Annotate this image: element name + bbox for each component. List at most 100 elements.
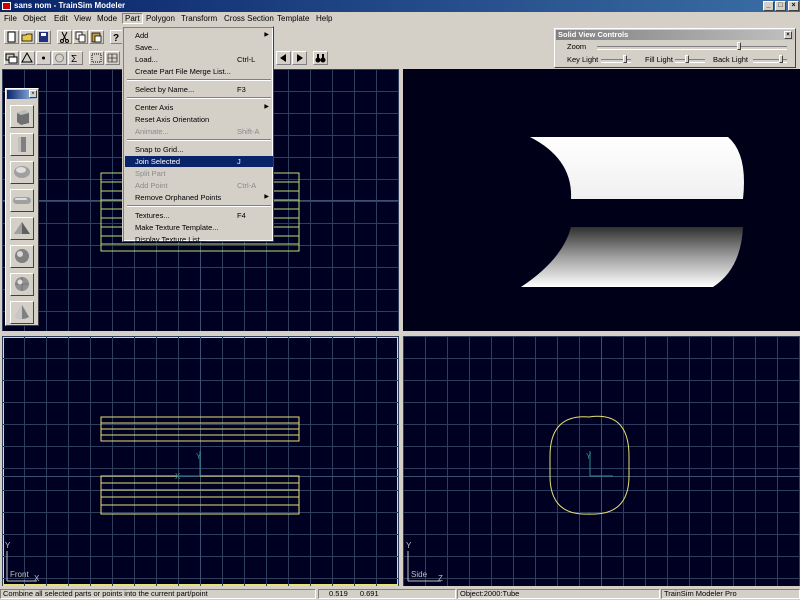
part-menu-item-join-selected[interactable]: Join Selected J xyxy=(125,156,273,167)
sphere-icon[interactable] xyxy=(10,245,34,268)
disc-icon[interactable] xyxy=(10,161,34,184)
save-disk-icon[interactable] xyxy=(36,30,51,44)
svg-text:Y: Y xyxy=(196,452,202,461)
cylinder-icon[interactable] xyxy=(10,133,34,156)
part-menu-item-save[interactable]: Save... xyxy=(125,42,273,53)
svg-text:X: X xyxy=(175,472,181,481)
menu-object[interactable]: Object xyxy=(23,14,46,23)
part-menu-item-make-texture-template[interactable]: Make Texture Template... xyxy=(125,222,273,233)
menu-file[interactable]: File xyxy=(4,14,17,23)
back-light-label: Back Light xyxy=(713,55,749,64)
tube-solid-render xyxy=(521,137,744,287)
viewport-side[interactable]: Y Y Z Side xyxy=(403,336,800,586)
menu-edit[interactable]: Edit xyxy=(54,14,68,23)
menu-item-label: Select by Name... xyxy=(135,85,195,94)
paste-icon[interactable] xyxy=(89,30,104,44)
part-menu-item-select-by-name[interactable]: Select by Name... F3 xyxy=(125,84,273,95)
part-menu-item-split-part[interactable]: Split Part xyxy=(125,168,273,179)
part-menu-item-snap-to-grid[interactable]: Snap to Grid... xyxy=(125,144,273,155)
primitive-palette: × xyxy=(5,88,39,326)
marquee-select-icon[interactable] xyxy=(89,51,104,65)
fill-light-slider[interactable] xyxy=(675,59,705,63)
solid-view-close-button[interactable]: × xyxy=(784,31,792,39)
part-menu-item-center-axis[interactable]: Center Axis ▶ xyxy=(125,102,273,113)
pyramid-icon[interactable] xyxy=(10,217,34,240)
capsule-icon[interactable] xyxy=(10,189,34,212)
menu-item-label: Animate... xyxy=(135,127,169,136)
menu-separator xyxy=(127,97,271,99)
minimize-button[interactable]: _ xyxy=(763,1,774,11)
submenu-arrow-icon: ▶ xyxy=(264,194,269,200)
menu-item-label: Center Axis xyxy=(135,103,174,112)
axis-y-label: Y xyxy=(5,541,11,550)
menu-item-label: Create Part File Merge List... xyxy=(135,67,231,76)
window-title: sans nom - TrainSim Modeler xyxy=(14,1,126,10)
menu-view[interactable]: View xyxy=(74,14,91,23)
selection-toolbar: Σ xyxy=(0,48,560,68)
viewport-solid[interactable] xyxy=(403,69,800,331)
select-circle-icon[interactable] xyxy=(52,51,67,65)
select-polygon-icon[interactable] xyxy=(20,51,35,65)
part-menu-item-add[interactable]: Add ▶ xyxy=(125,30,273,41)
menu-template[interactable]: Template xyxy=(277,14,309,23)
part-menu-item-remove-orphaned-points[interactable]: Remove Orphaned Points ▶ xyxy=(125,192,273,203)
key-light-slider-thumb[interactable] xyxy=(623,55,628,63)
arrow-left-icon[interactable] xyxy=(276,51,291,65)
select-part-icon[interactable] xyxy=(4,51,19,65)
status-message: Combine all selected parts or points int… xyxy=(0,589,316,599)
menu-bar: File Object Edit View Mode Part Polygon … xyxy=(0,12,800,26)
menu-mode[interactable]: Mode xyxy=(97,14,117,23)
tube-wireframe-side: Y xyxy=(407,415,630,582)
zoom-slider[interactable] xyxy=(597,46,787,50)
part-menu-item-display-texture-list[interactable]: Display Texture List... xyxy=(125,234,273,245)
cone-icon[interactable] xyxy=(10,301,34,324)
open-folder-icon[interactable] xyxy=(20,30,35,44)
part-menu-item-animate[interactable]: Animate... Shift-A xyxy=(125,126,273,137)
menu-cross-section[interactable]: Cross Section xyxy=(224,14,274,23)
part-menu-dropdown: Add ▶ Save... Load... Ctrl-L Create Part File… xyxy=(122,26,274,245)
viewport-front[interactable]: Y X Y X Front xyxy=(2,336,399,586)
menu-transform[interactable]: Transform xyxy=(181,14,217,23)
part-menu-item-reset-axis-orientation[interactable]: Reset Axis Orientation xyxy=(125,114,273,125)
close-button[interactable]: × xyxy=(788,1,799,11)
fill-light-slider-thumb[interactable] xyxy=(685,55,690,63)
solid-view-controls-panel: Solid View Controls × Zoom Key Light Fil… xyxy=(554,28,796,68)
maximize-button[interactable]: □ xyxy=(775,1,786,11)
select-point-icon[interactable] xyxy=(36,51,51,65)
arrow-right-icon[interactable] xyxy=(292,51,307,65)
grid-icon[interactable] xyxy=(105,51,120,65)
submenu-arrow-icon: ▶ xyxy=(264,104,269,110)
menu-item-label: Remove Orphaned Points xyxy=(135,193,222,202)
binoculars-icon[interactable] xyxy=(313,51,328,65)
menu-part[interactable]: Part xyxy=(122,13,143,24)
menu-item-label: Snap to Grid... xyxy=(135,145,184,154)
key-light-label: Key Light xyxy=(567,55,599,64)
solid-view-controls-title: Solid View Controls xyxy=(558,30,629,39)
status-product: TrainSim Modeler Pro xyxy=(661,589,800,599)
menu-polygon[interactable]: Polygon xyxy=(146,14,175,23)
app-icon[interactable] xyxy=(2,2,11,10)
status-coordinates: 0.519 0.691 xyxy=(318,589,456,599)
back-light-slider-thumb[interactable] xyxy=(778,55,783,63)
tube-wireframe-front: Y X xyxy=(6,416,300,582)
palette-close-button[interactable]: × xyxy=(29,90,37,98)
cut-scissors-icon[interactable] xyxy=(57,30,72,44)
sum-icon[interactable]: Σ xyxy=(68,51,83,65)
part-menu-item-add-point[interactable]: Add Point Ctrl-A xyxy=(125,180,273,191)
zoom-slider-thumb[interactable] xyxy=(736,42,741,50)
menu-item-label: Display Texture List... xyxy=(135,235,207,244)
sphere-faceted-icon[interactable] xyxy=(10,273,34,296)
status-object: Object:2000:Tube xyxy=(457,589,660,599)
new-file-icon[interactable] xyxy=(4,30,19,44)
copy-icon[interactable] xyxy=(73,30,88,44)
cube-icon[interactable] xyxy=(10,105,34,128)
coord-y: 0.691 xyxy=(359,589,379,598)
part-menu-item-textures[interactable]: Textures... F4 xyxy=(125,210,273,221)
solid-view-controls-titlebar[interactable]: Solid View Controls × xyxy=(556,30,794,40)
menu-item-label: Add xyxy=(135,31,149,40)
part-menu-item-load[interactable]: Load... Ctrl-L xyxy=(125,54,273,65)
menu-item-shortcut: Ctrl-L xyxy=(237,55,256,64)
part-menu-item-create-part-file-merge-list[interactable]: Create Part File Merge List... xyxy=(125,66,273,77)
menu-help[interactable]: Help xyxy=(316,14,332,23)
menu-item-label: Make Texture Template... xyxy=(135,223,219,232)
